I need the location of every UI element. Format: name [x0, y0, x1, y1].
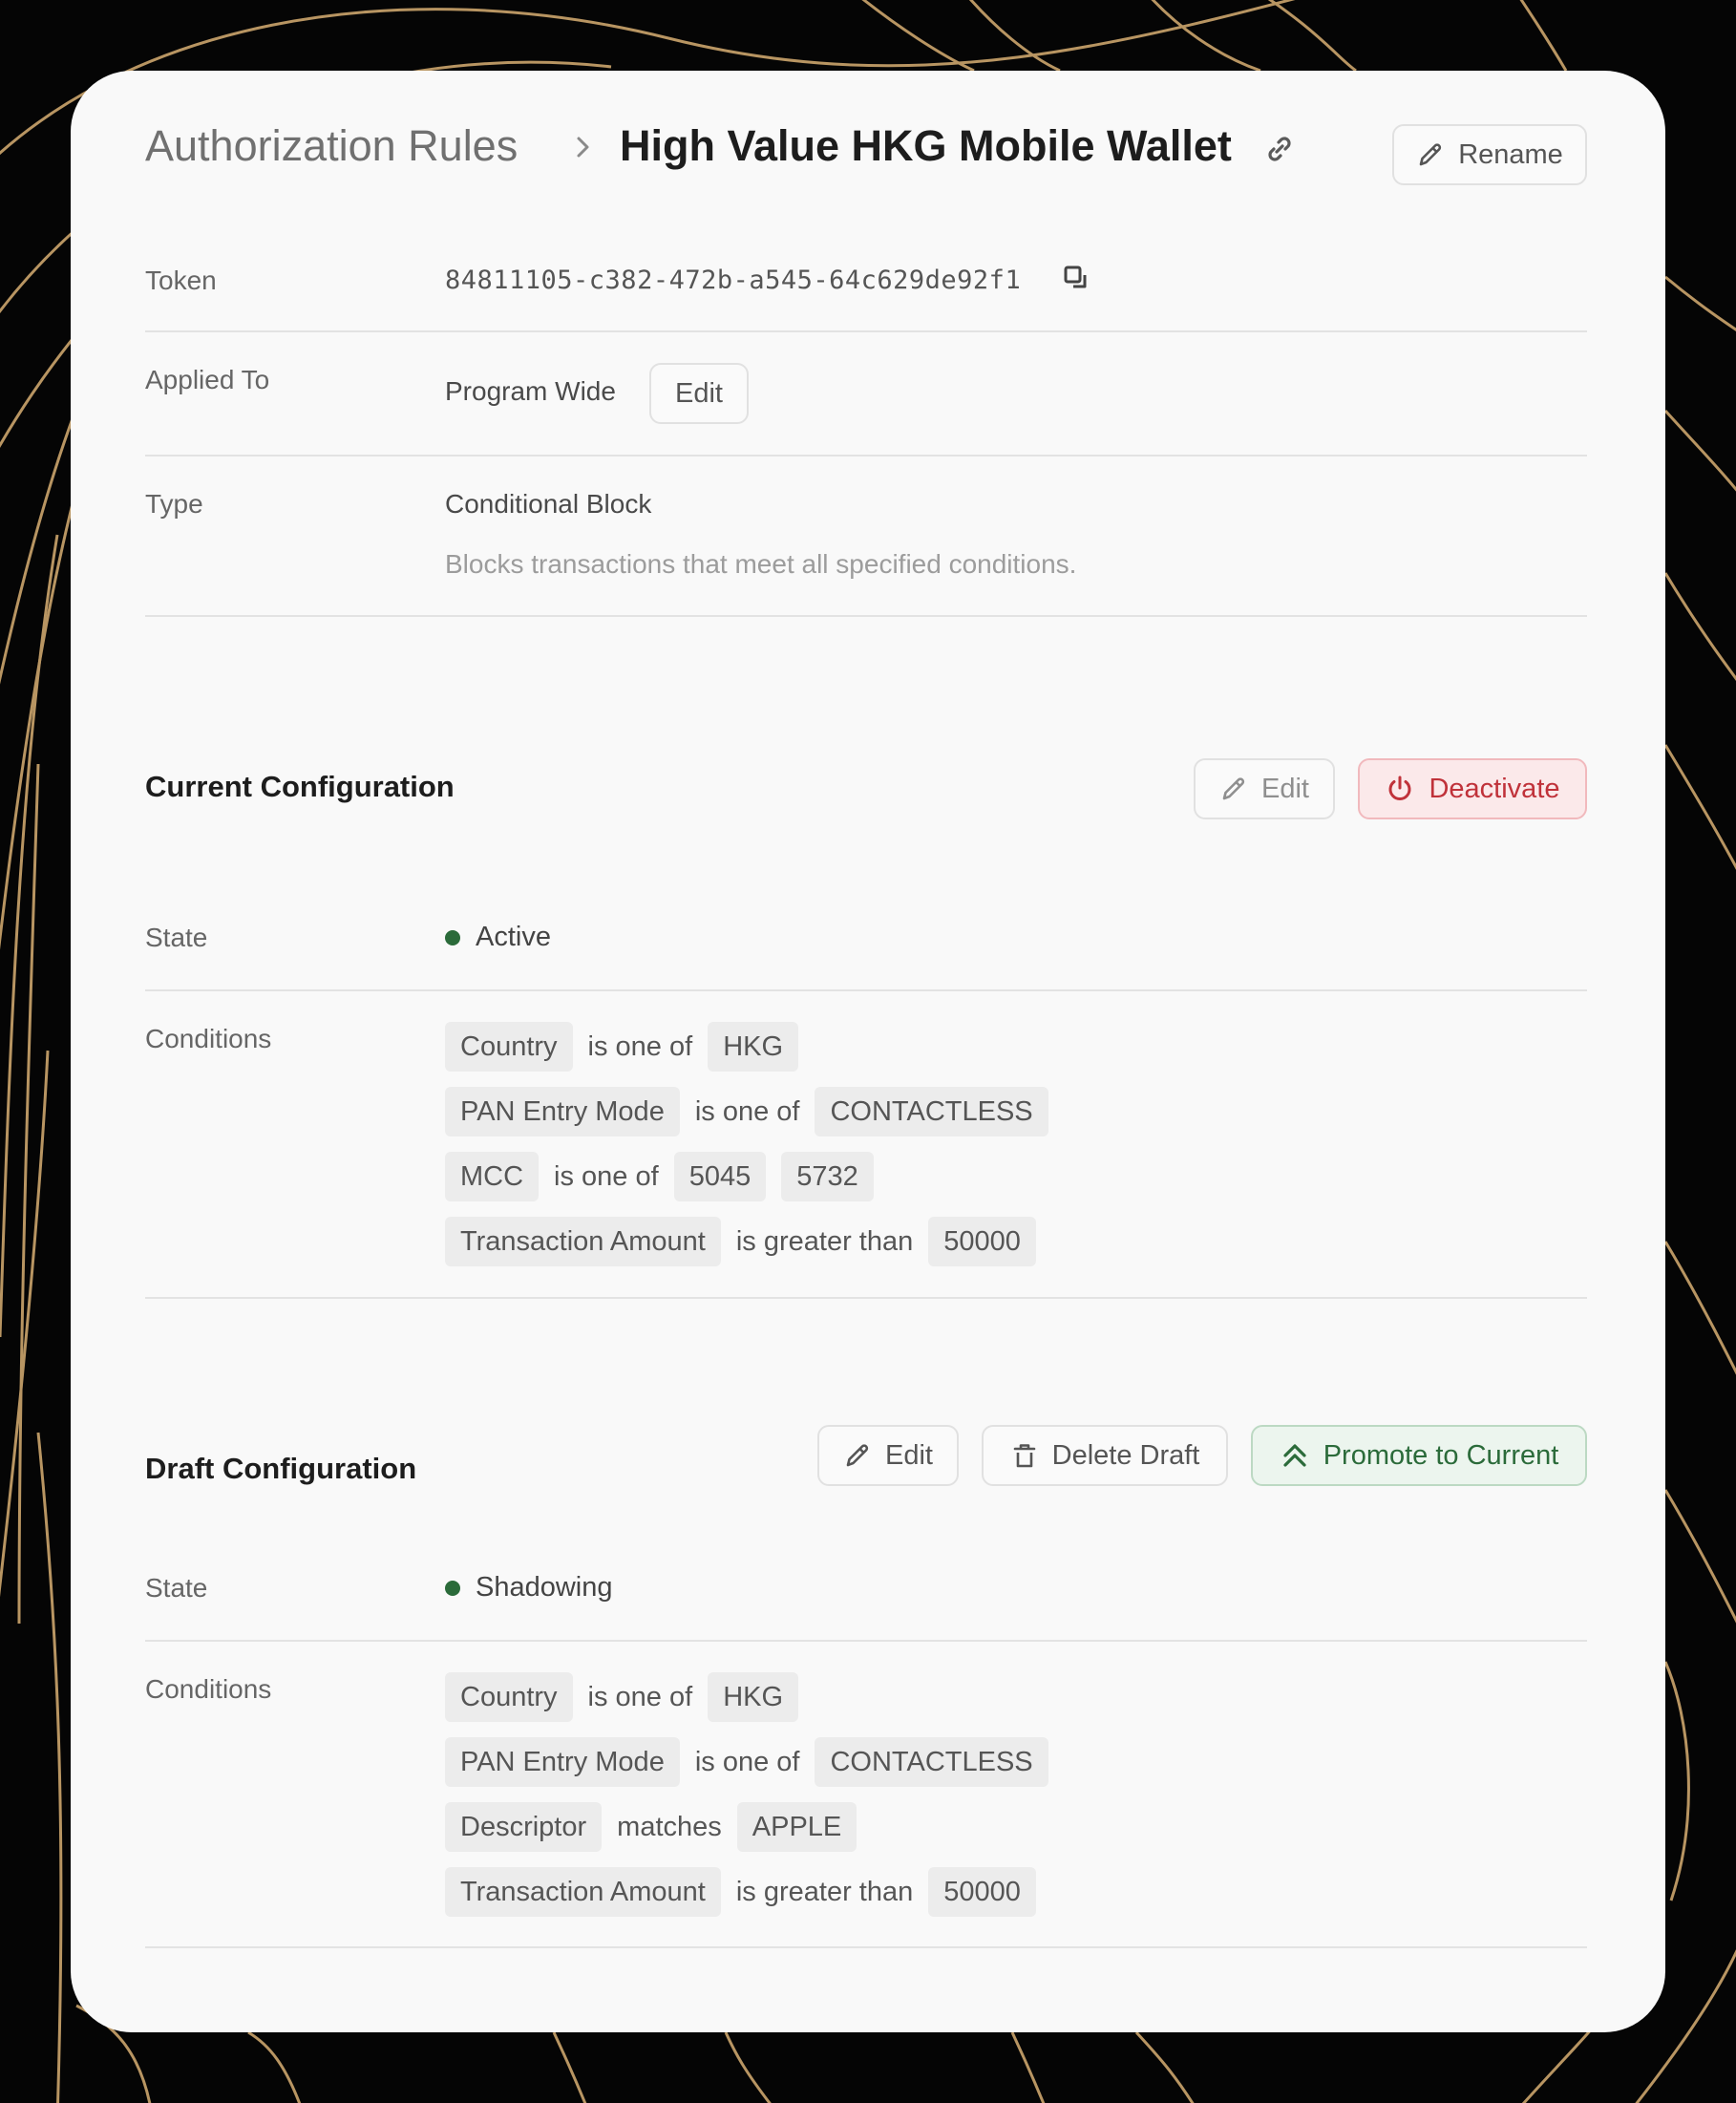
draft-configuration-title: Draft Configuration — [145, 1452, 417, 1485]
condition-field: Transaction Amount — [445, 1217, 721, 1266]
current-state-label: State — [145, 923, 208, 952]
condition-row: Country is one of HKG — [445, 1672, 799, 1722]
link-icon[interactable] — [1264, 134, 1295, 164]
deactivate-button[interactable]: Deactivate — [1358, 758, 1587, 819]
deactivate-label: Deactivate — [1429, 773, 1560, 804]
condition-row: MCC is one of 5045 5732 — [445, 1152, 874, 1201]
status-dot — [445, 929, 460, 945]
divider — [145, 1297, 1587, 1299]
condition-operator: is one of — [694, 1095, 800, 1127]
condition-value: CONTACTLESS — [815, 1087, 1048, 1136]
delete-draft-label: Delete Draft — [1051, 1439, 1200, 1471]
condition-value: CONTACTLESS — [815, 1737, 1048, 1787]
divider — [145, 330, 1587, 332]
current-state: Active — [445, 924, 551, 951]
breadcrumb-parent-link[interactable]: Authorization Rules — [145, 124, 518, 167]
current-edit-button[interactable]: Edit — [1194, 758, 1335, 819]
condition-operator: is one of — [587, 1681, 693, 1712]
draft-state-label: State — [145, 1573, 208, 1603]
copy-icon[interactable] — [1062, 264, 1092, 294]
condition-field: Country — [445, 1672, 573, 1722]
condition-operator: is greater than — [735, 1225, 914, 1257]
condition-operator: is greater than — [735, 1876, 914, 1907]
promote-to-current-button[interactable]: Promote to Current — [1251, 1425, 1587, 1486]
condition-field: PAN Entry Mode — [445, 1737, 680, 1787]
divider — [145, 989, 1587, 991]
rename-button[interactable]: Rename — [1392, 124, 1587, 185]
condition-row: PAN Entry Mode is one of CONTACTLESS — [445, 1737, 1048, 1787]
condition-value: HKG — [708, 1672, 799, 1722]
current-configuration-title: Current Configuration — [145, 770, 455, 803]
condition-operator: matches — [617, 1811, 722, 1842]
condition-value: 5732 — [781, 1152, 874, 1201]
type-label: Type — [145, 489, 203, 519]
condition-row: PAN Entry Mode is one of CONTACTLESS — [445, 1087, 1048, 1136]
status-dot — [445, 1580, 460, 1596]
condition-field: MCC — [445, 1152, 540, 1201]
power-icon — [1389, 775, 1411, 800]
condition-field: Country — [445, 1022, 573, 1072]
applied-to-edit-button[interactable]: Edit — [649, 363, 749, 424]
condition-value: 50000 — [928, 1217, 1036, 1266]
promote-label: Promote to Current — [1323, 1439, 1559, 1471]
pencil-icon — [846, 1444, 869, 1467]
current-edit-label: Edit — [1261, 773, 1309, 804]
condition-value: HKG — [708, 1022, 799, 1072]
draft-conditions-label: Conditions — [145, 1674, 272, 1704]
divider — [145, 615, 1587, 617]
condition-value: 5045 — [673, 1152, 767, 1201]
condition-field: Transaction Amount — [445, 1867, 721, 1917]
draft-state: Shadowing — [445, 1574, 613, 1602]
condition-value: APPLE — [736, 1802, 857, 1852]
divider — [145, 1640, 1587, 1642]
condition-row: Transaction Amount is greater than 50000 — [445, 1217, 1036, 1266]
trash-icon — [1013, 1444, 1035, 1468]
double-chevron-up-icon — [1283, 1444, 1306, 1467]
condition-field: Descriptor — [445, 1802, 603, 1852]
type-value: Conditional Block — [445, 489, 652, 519]
draft-state-value: Shadowing — [476, 1572, 613, 1603]
token-label: Token — [145, 266, 217, 295]
applied-to-edit-label: Edit — [675, 377, 723, 409]
condition-operator: is one of — [694, 1746, 800, 1777]
delete-draft-button[interactable]: Delete Draft — [982, 1425, 1228, 1486]
condition-operator: is one of — [587, 1030, 693, 1062]
current-conditions-label: Conditions — [145, 1024, 272, 1053]
divider — [145, 455, 1587, 457]
condition-row: Descriptor matches APPLE — [445, 1802, 857, 1852]
page-title: High Value HKG Mobile Wallet — [620, 121, 1232, 170]
applied-to-value: Program Wide — [445, 376, 616, 406]
rename-button-label: Rename — [1458, 138, 1563, 170]
applied-to-label: Applied To — [145, 365, 270, 394]
condition-row: Transaction Amount is greater than 50000 — [445, 1867, 1036, 1917]
pencil-icon — [1419, 143, 1442, 166]
condition-operator: is one of — [554, 1160, 659, 1192]
draft-edit-label: Edit — [885, 1439, 933, 1471]
token-value: 84811105-c382-472b-a545-64c629de92f1 — [445, 266, 1022, 295]
draft-edit-button[interactable]: Edit — [817, 1425, 959, 1486]
rule-detail-card: Authorization Rules High Value HKG Mobil… — [71, 71, 1665, 2032]
condition-field: PAN Entry Mode — [445, 1087, 680, 1136]
chevron-right-icon — [577, 137, 589, 158]
type-description: Blocks transactions that meet all specif… — [445, 549, 1077, 579]
current-state-value: Active — [476, 922, 551, 952]
condition-value: 50000 — [928, 1867, 1036, 1917]
divider — [145, 1946, 1587, 1948]
pencil-icon — [1222, 777, 1245, 800]
condition-row: Country is one of HKG — [445, 1022, 799, 1072]
